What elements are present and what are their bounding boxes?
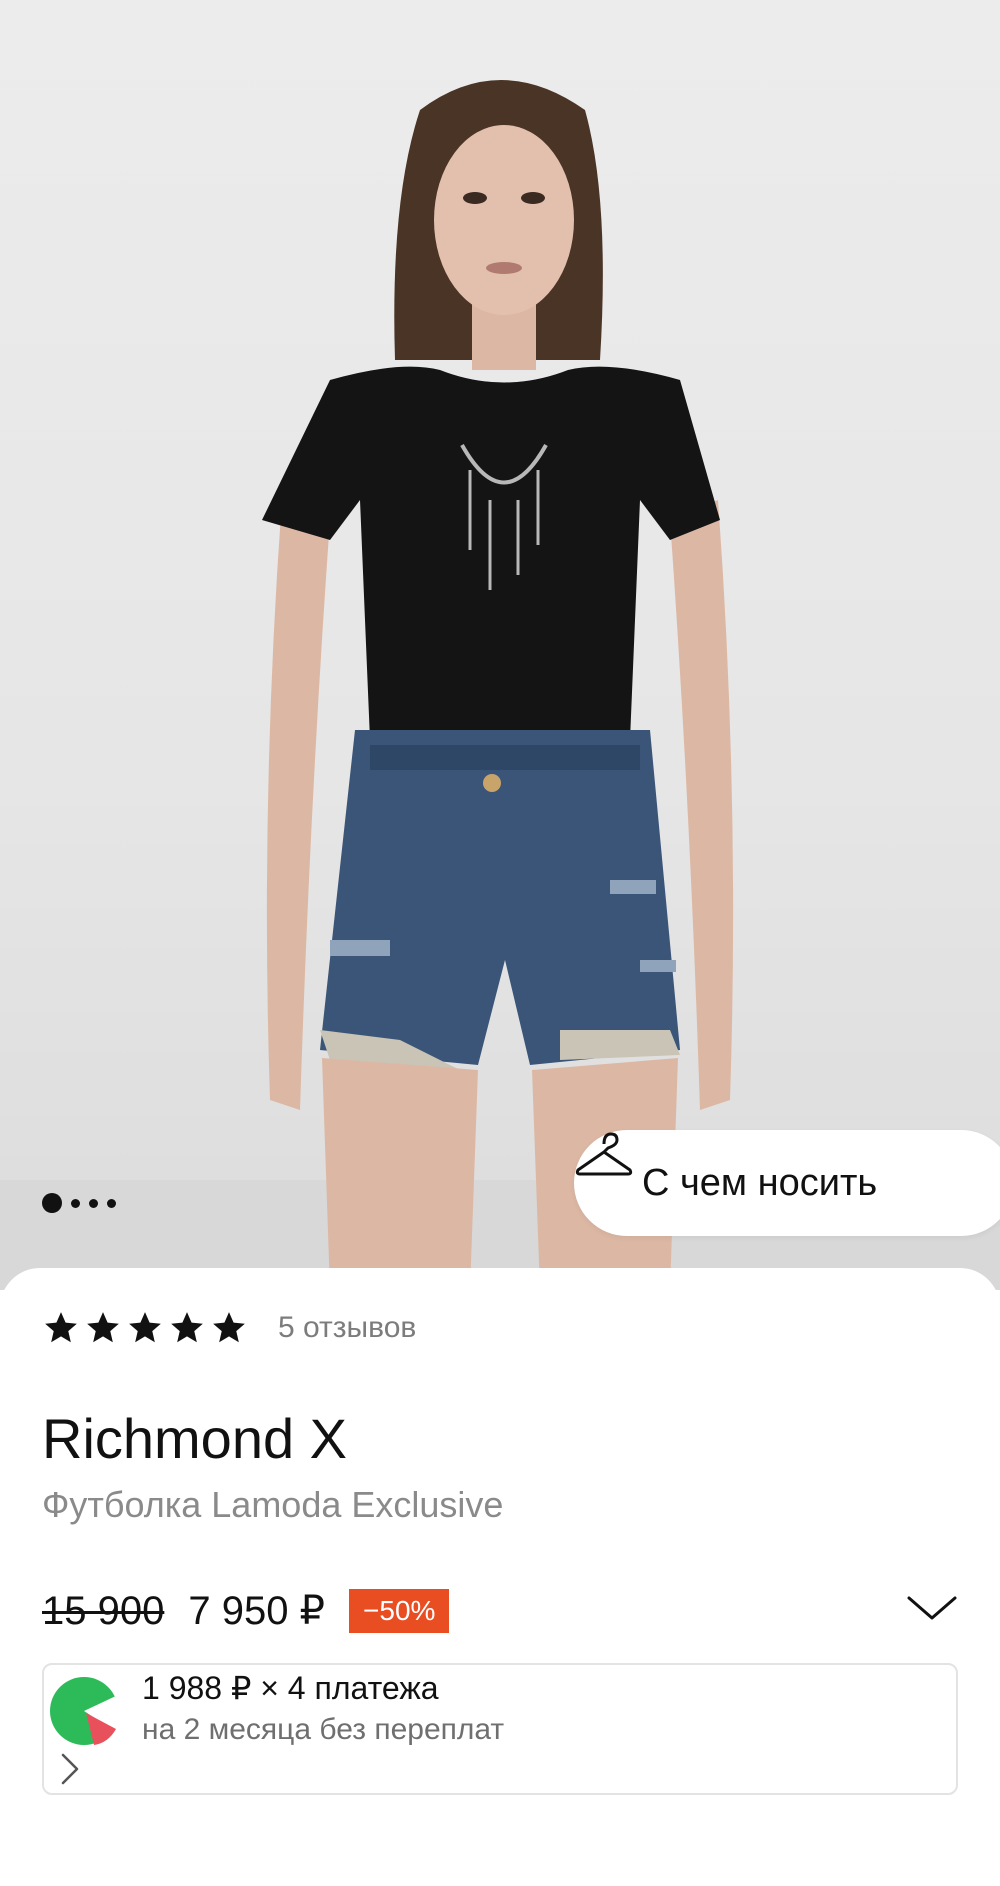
gallery-dot[interactable] — [71, 1198, 80, 1208]
what-to-wear-button[interactable]: С чем носить — [574, 1130, 1000, 1236]
star-icon — [87, 1312, 119, 1343]
star-icon — [213, 1312, 245, 1343]
chevron-down-icon[interactable] — [906, 1592, 958, 1624]
what-to-wear-label: С чем носить — [642, 1161, 878, 1204]
gallery-dot[interactable] — [107, 1198, 116, 1208]
star-icon — [129, 1312, 161, 1343]
split-payment-card[interactable]: 1 988 ₽ × 4 платежа на 2 месяца без пере… — [42, 1663, 958, 1795]
product-title: Футболка Lamoda Exclusive — [42, 1484, 504, 1525]
chevron-right-icon — [61, 1753, 79, 1785]
current-price: 7 950 ₽ — [188, 1589, 326, 1633]
rating-row[interactable]: 5 отзывов — [42, 1309, 416, 1347]
product-photo[interactable]: С чем носить — [0, 0, 1000, 1290]
model-illustration — [0, 80, 1000, 1290]
split-payment-terms: на 2 месяца без переплат — [142, 1713, 505, 1746]
star-icon — [45, 1312, 77, 1343]
gallery-dot[interactable] — [89, 1198, 98, 1208]
gallery-dot-active[interactable] — [42, 1193, 62, 1213]
gallery-pagination[interactable] — [42, 1193, 116, 1213]
split-payment-amount: 1 988 ₽ × 4 платежа — [142, 1670, 439, 1706]
split-logo-icon — [50, 1677, 118, 1745]
hanger-icon — [575, 1132, 633, 1176]
reviews-count-link[interactable]: 5 отзывов — [278, 1311, 416, 1345]
price-row: 15 900 7 950 ₽ −50% — [42, 1584, 958, 1638]
star-icon — [171, 1312, 203, 1343]
discount-badge: −50% — [349, 1589, 450, 1633]
product-info-sheet: 5 отзывов Richmond X Футболка Lamoda Exc… — [0, 1268, 1000, 1886]
product-brand[interactable]: Richmond X — [42, 1406, 347, 1471]
old-price: 15 900 — [42, 1588, 165, 1633]
